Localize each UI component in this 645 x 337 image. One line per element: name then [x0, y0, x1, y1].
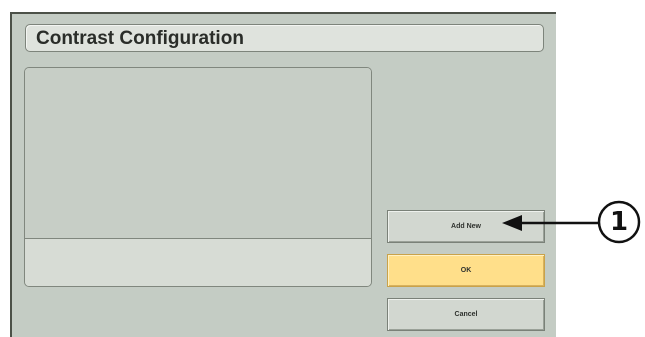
callout-annotation: [502, 200, 641, 244]
callout-number: 1: [609, 207, 629, 237]
callout-arrowhead-icon: [502, 215, 522, 231]
